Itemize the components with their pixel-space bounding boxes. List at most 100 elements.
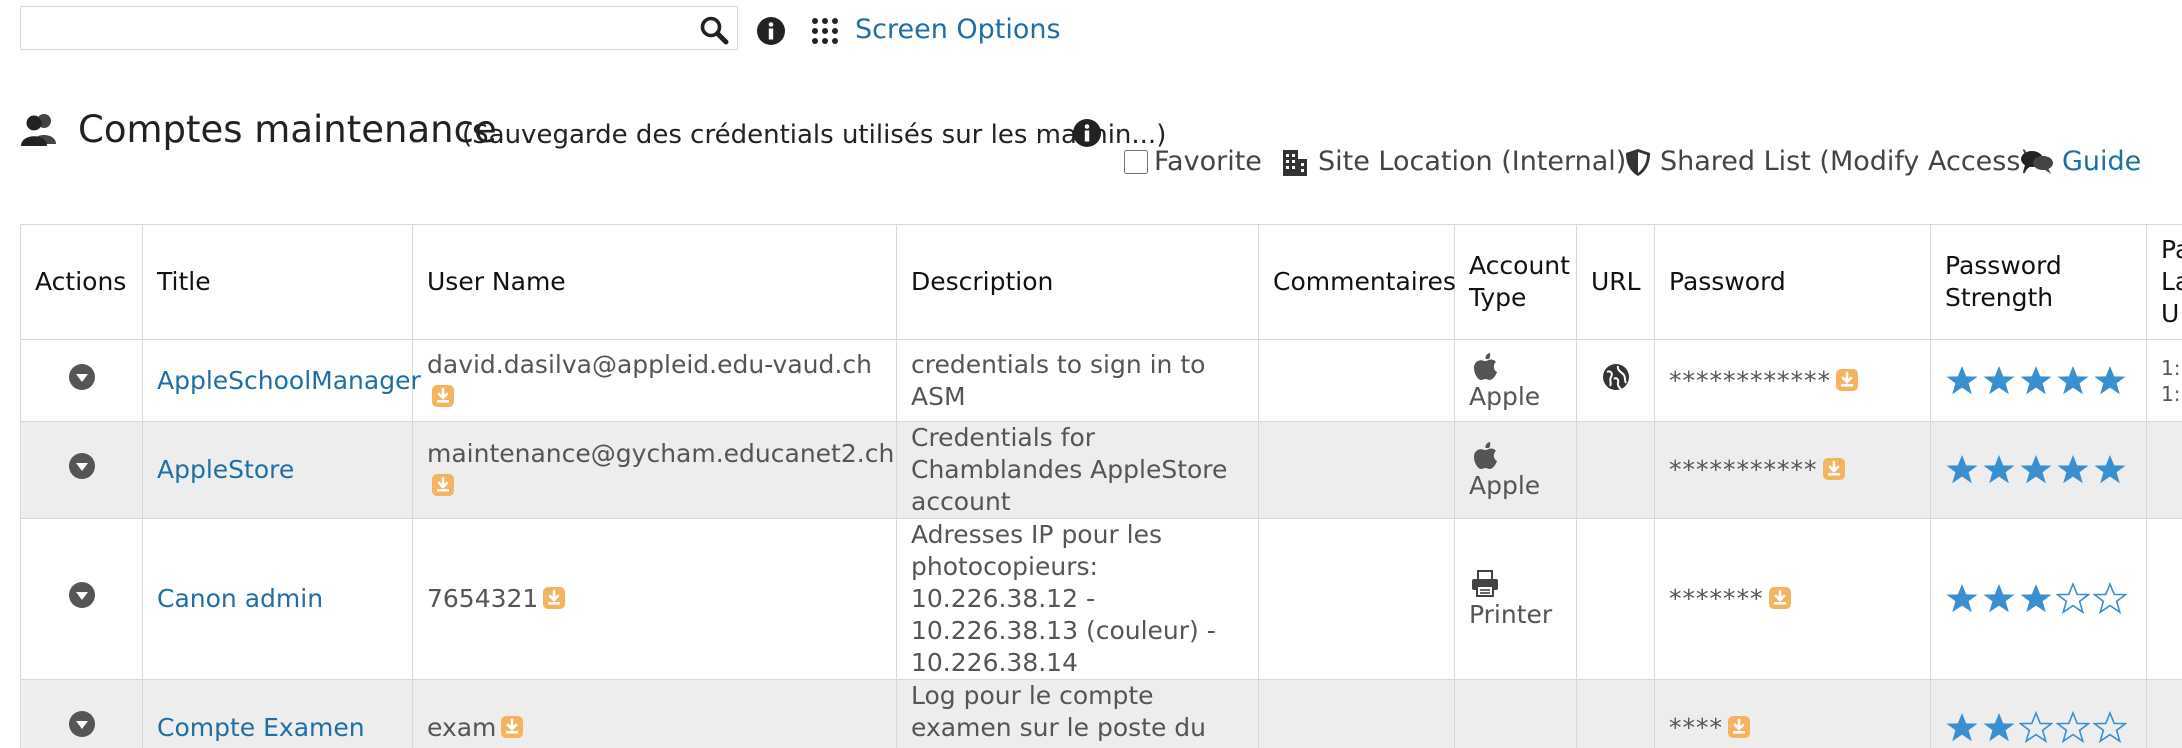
title-cell: AppleSchoolManager	[142, 339, 421, 422]
comments-cell	[1258, 679, 1455, 748]
copy-icon[interactable]	[1768, 586, 1792, 610]
password-strength-cell	[1930, 679, 2147, 748]
star-filled-icon	[2094, 455, 2126, 484]
last-used-cell	[2146, 518, 2182, 680]
description-text: Adresses IP pour les photocopieurs: 10.2…	[911, 520, 1216, 677]
account-type-cell: Apple	[1454, 421, 1577, 519]
comments-cell	[1258, 339, 1455, 422]
page-subtitle: (Sauvegarde des crédentials utilisés sur…	[462, 120, 1167, 150]
page-header: Comptes maintenance (Sauvegarde des créd…	[20, 106, 1220, 156]
table-row: AppleStore maintenance@gycham.educanet2.c…	[20, 421, 2182, 519]
accounts-table: Actions Title User Name Description Comm…	[20, 224, 2182, 748]
site-location-option: Site Location (Internal)	[1280, 146, 1626, 177]
url-cell	[1576, 518, 1655, 680]
password-strength-stars	[1945, 453, 2132, 487]
table-header-row: Actions Title User Name Description Comm…	[20, 224, 2182, 340]
account-type: Printer	[1469, 568, 1562, 630]
column-header-last-used[interactable]: Pa La U	[2146, 224, 2182, 340]
column-header-url[interactable]: URL	[1576, 224, 1655, 340]
title-link[interactable]: Compte Examen	[157, 713, 365, 742]
star-empty-icon	[2056, 582, 2090, 615]
password-strength-cell	[1930, 421, 2147, 519]
search-input[interactable]	[29, 11, 673, 47]
table-row: Compte Examen exam Log pour le compte exam…	[20, 679, 2182, 748]
chevron-down-icon[interactable]	[68, 363, 96, 391]
password-text: ****	[1669, 713, 1723, 742]
info-icon[interactable]	[756, 16, 786, 46]
url-cell	[1576, 679, 1655, 748]
password-strength-stars	[1945, 711, 2132, 745]
table-row: Canon admin 7654321 Adresses IP pour les p…	[20, 518, 2182, 680]
column-header-account-type[interactable]: Account Type	[1454, 224, 1577, 340]
account-type-label: Apple	[1469, 381, 1541, 411]
column-header-username[interactable]: User Name	[412, 224, 897, 340]
screen-options-link[interactable]: Screen Options	[855, 14, 1061, 45]
grid-dots-icon[interactable]	[810, 16, 840, 46]
last-used-cell	[2146, 421, 2182, 519]
chevron-down-icon[interactable]	[68, 452, 96, 480]
account-type-label: Apple	[1469, 471, 1541, 500]
search-box[interactable]	[20, 6, 738, 50]
column-header-password-strength[interactable]: Password Strength	[1930, 224, 2147, 340]
star-filled-icon	[1983, 584, 2015, 613]
copy-icon[interactable]	[1835, 368, 1859, 392]
account-type-cell: Printer	[1454, 518, 1577, 680]
favorite-checkbox[interactable]	[1124, 149, 1148, 174]
star-filled-icon	[1983, 713, 2015, 742]
building-icon	[1283, 149, 1307, 176]
column-header-password[interactable]: Password	[1654, 224, 1931, 340]
info-icon[interactable]	[1072, 118, 1102, 148]
copy-icon[interactable]	[431, 473, 455, 497]
star-filled-icon	[2020, 455, 2052, 484]
column-header-description[interactable]: Description	[896, 224, 1259, 340]
title-link[interactable]: AppleSchoolManager	[157, 366, 421, 395]
title-link[interactable]: Canon admin	[157, 584, 323, 613]
password-cell: ***********	[1654, 421, 1931, 519]
column-header-actions[interactable]: Actions	[20, 224, 143, 340]
chevron-down-icon[interactable]	[68, 710, 96, 738]
star-filled-icon	[2057, 455, 2089, 484]
guide-link[interactable]: Guide	[2062, 146, 2141, 177]
guide-option[interactable]: Guide	[2020, 146, 2141, 177]
column-header-title[interactable]: Title	[142, 224, 413, 340]
password-strength-cell	[1930, 518, 2147, 680]
copy-icon[interactable]	[1727, 715, 1751, 739]
password-text: ************	[1669, 365, 1831, 395]
printer-icon	[1472, 570, 1498, 597]
apple-icon	[1474, 352, 1497, 380]
title-cell: AppleStore	[142, 421, 413, 519]
copy-icon[interactable]	[500, 715, 524, 739]
account-type: Apple	[1469, 350, 1562, 412]
account-type-cell	[1454, 679, 1577, 748]
username-text: 7654321	[427, 584, 539, 613]
title-link[interactable]: AppleStore	[157, 455, 294, 484]
search-icon[interactable]	[699, 15, 729, 45]
copy-icon[interactable]	[542, 586, 566, 610]
accounts-table-container: Actions Title User Name Description Comm…	[20, 224, 2182, 748]
globe-icon[interactable]	[1601, 362, 1631, 392]
star-filled-icon	[2020, 584, 2052, 613]
column-header-comments[interactable]: Commentaires	[1258, 224, 1456, 340]
copy-icon[interactable]	[431, 384, 455, 408]
password-cell: ****	[1654, 679, 1931, 748]
star-filled-icon	[2020, 365, 2052, 394]
star-empty-icon	[2056, 711, 2090, 744]
site-location-label: Site Location (Internal)	[1318, 146, 1627, 177]
description-text: credentials to sign in to ASM	[911, 349, 1206, 411]
favorite-option[interactable]: Favorite	[1124, 146, 1262, 177]
shared-list-option: Shared List (Modify Access)	[1624, 146, 2031, 177]
star-filled-icon	[1946, 455, 1978, 484]
chevron-down-icon[interactable]	[68, 581, 96, 609]
description-text: Log pour le compte examen sur le poste d…	[911, 681, 1206, 748]
url-cell	[1576, 421, 1655, 519]
comments-cell	[1258, 421, 1455, 519]
top-toolbar: Screen Options	[20, 6, 1120, 54]
copy-icon[interactable]	[1822, 457, 1846, 481]
actions-cell	[20, 518, 143, 680]
favorite-label: Favorite	[1154, 146, 1262, 177]
last-used-text: 1: 1:	[2161, 355, 2181, 406]
description-text: Credentials for Chamblandes AppleStore a…	[911, 423, 1228, 516]
password-cell: *******	[1654, 518, 1931, 680]
star-filled-icon	[1983, 455, 2015, 484]
password-cell: ************	[1654, 339, 1931, 422]
